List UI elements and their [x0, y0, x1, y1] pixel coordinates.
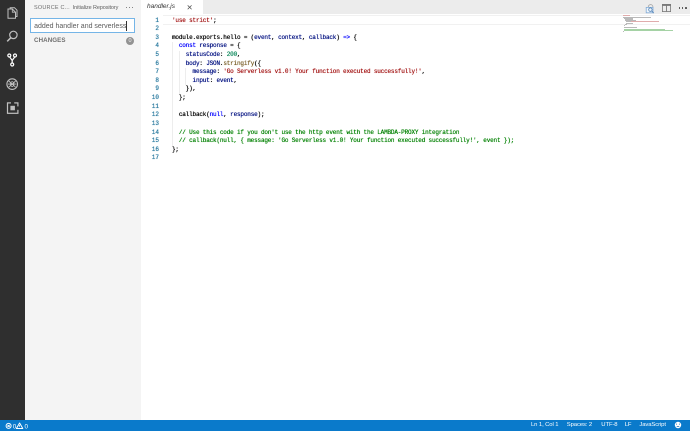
- svg-text:0: 0: [25, 423, 29, 430]
- svg-text:0: 0: [13, 423, 17, 430]
